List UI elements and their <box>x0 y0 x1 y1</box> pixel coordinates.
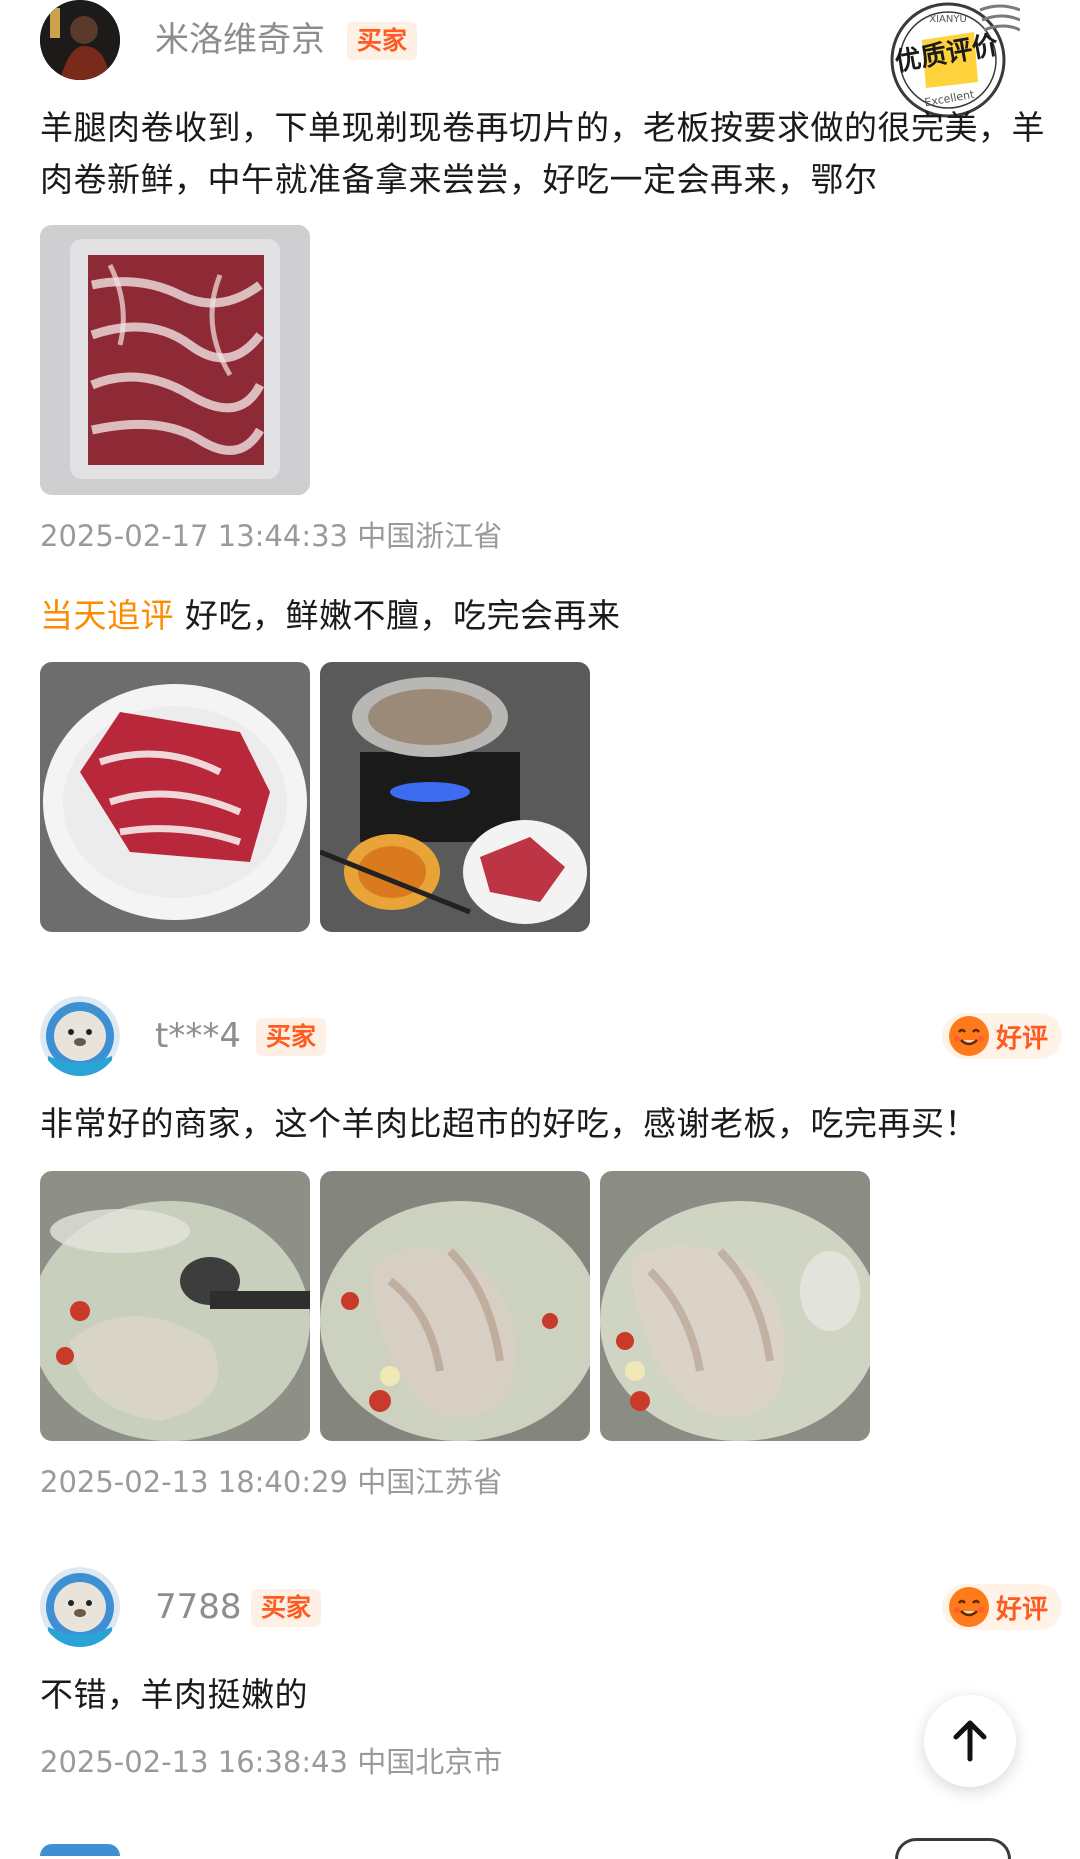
review-photo-pot-2[interactable] <box>320 1171 590 1441</box>
review-date: 2025-02-17 13:44:33 <box>40 519 348 553</box>
seal-avatar-icon <box>40 996 120 1076</box>
good-review-badge: 好评 <box>942 1013 1063 1059</box>
avatar[interactable] <box>40 0 120 80</box>
review-date: 2025-02-13 16:38:43 <box>40 1745 348 1779</box>
seal-avatar-icon <box>40 1567 120 1647</box>
happy-face-icon <box>949 1016 989 1056</box>
next-avatar-partial <box>40 1844 120 1856</box>
happy-face-icon <box>949 1587 989 1627</box>
buyer-tag: 买家 <box>347 22 418 60</box>
good-review-label: 好评 <box>996 1594 1049 1625</box>
review-date: 2025-02-13 18:40:29 <box>40 1465 348 1499</box>
review-photo-pot-3[interactable] <box>600 1171 870 1441</box>
avatar[interactable] <box>40 1567 120 1647</box>
followup-photo-plate[interactable] <box>40 662 310 932</box>
username[interactable]: 米洛维奇京 <box>155 18 325 62</box>
followup-label: 当天追评 <box>40 596 174 635</box>
good-review-label: 好评 <box>996 1023 1049 1054</box>
review-location: 中国浙江省 <box>357 519 503 553</box>
review-meta: 2025-02-17 13:44:33 中国浙江省 <box>40 516 502 556</box>
review-location: 中国江苏省 <box>357 1465 503 1499</box>
avatar-image <box>40 0 120 80</box>
followup-text: 好吃，鲜嫩不膻，吃完会再来 <box>185 596 621 635</box>
review-text: 不错，羊肉挺嫩的 <box>40 1675 308 1714</box>
review-photo-pot-1[interactable] <box>40 1171 310 1441</box>
buyer-tag: 买家 <box>251 1589 322 1627</box>
scroll-to-top-button[interactable] <box>924 1695 1016 1787</box>
followup-photo-hotpot[interactable] <box>320 662 590 932</box>
review-text: 羊腿肉卷收到，下单现剃现卷再切片的，老板按要求做的很完美，羊肉卷新鲜，中午就准备… <box>40 108 1045 199</box>
avatar[interactable] <box>40 996 120 1076</box>
review-photo-meat-pack[interactable] <box>40 225 310 495</box>
followup-review: 当天追评 好吃，鲜嫩不膻，吃完会再来 <box>40 590 621 642</box>
good-review-badge: 好评 <box>942 1584 1063 1630</box>
review-location: 中国北京市 <box>357 1745 503 1779</box>
svg-text:XIANYU: XIANYU <box>929 14 967 25</box>
username[interactable]: 7788 <box>155 1585 242 1629</box>
review-meta: 2025-02-13 18:40:29 中国江苏省 <box>40 1462 502 1502</box>
username[interactable]: t***4 <box>155 1014 241 1058</box>
arrow-up-icon <box>953 1720 987 1762</box>
review-text: 非常好的商家，这个羊肉比超市的好吃，感谢老板，吃完再买！ <box>40 1104 978 1143</box>
review-meta: 2025-02-13 16:38:43 中国北京市 <box>40 1742 502 1782</box>
buyer-tag: 买家 <box>256 1018 327 1056</box>
